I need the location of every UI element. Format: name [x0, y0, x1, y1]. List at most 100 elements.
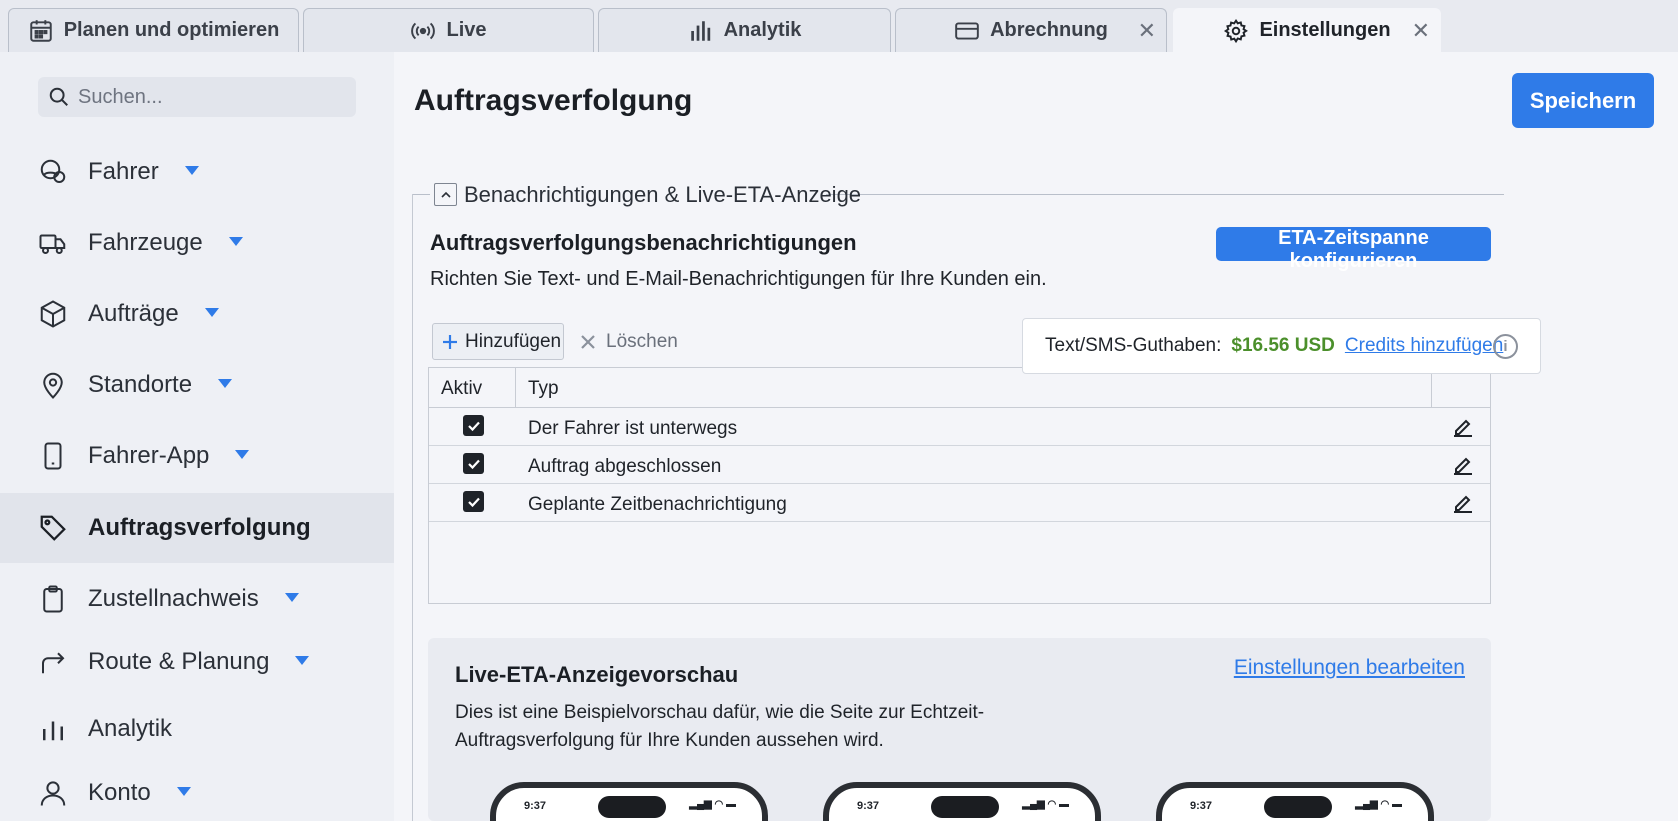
- sidebar-item-label: Aufträge: [88, 300, 179, 327]
- signal-wifi-battery-icon: ▂▄▆ ◠ ▬: [689, 799, 736, 810]
- notifications-description: Richten Sie Text- und E-Mail-Benachricht…: [430, 268, 1047, 290]
- table-row[interactable]: Der Fahrer ist unterwegs: [429, 408, 1490, 446]
- sidebar-item-label: Zustellnachweis: [88, 585, 259, 612]
- tab-bar: Planen und optimieren Live Analytik Abre…: [0, 0, 1678, 52]
- checkmark-icon: [467, 497, 480, 507]
- edit-settings-link[interactable]: Einstellungen bearbeiten: [1234, 656, 1465, 680]
- tab-abrechnung[interactable]: Abrechnung ✕: [895, 8, 1167, 52]
- credit-card-icon: [955, 21, 979, 40]
- table-row[interactable]: Geplante Zeitbenachrichtigung: [429, 484, 1490, 522]
- sidebar-item-label: Analytik: [88, 715, 173, 742]
- plus-icon: [443, 334, 457, 349]
- sidebar-item-konto[interactable]: Konto: [0, 758, 394, 821]
- phone-preview: 9:37 ▂▄▆ ◠ ▬: [490, 782, 768, 821]
- tab-label: Live: [446, 19, 487, 41]
- collapse-button[interactable]: [434, 183, 457, 206]
- row-type: Auftrag abgeschlossen: [528, 456, 722, 477]
- sidebar-item-analytik[interactable]: Analytik: [0, 694, 394, 764]
- close-icon[interactable]: ✕: [1138, 20, 1156, 42]
- signal-wifi-battery-icon: ▂▄▆ ◠ ▬: [1355, 799, 1402, 810]
- tag-icon: [40, 515, 66, 541]
- sidebar-item-fahrer-app[interactable]: Fahrer-App: [0, 421, 394, 491]
- chevron-down-icon: [295, 655, 310, 665]
- phone-preview: 9:37 ▂▄▆ ◠ ▬: [823, 782, 1101, 821]
- delete-button[interactable]: Löschen: [580, 323, 678, 360]
- tab-label: Einstellungen: [1259, 19, 1391, 41]
- column-separator: [1431, 368, 1432, 408]
- sidebar-item-fahrzeuge[interactable]: Fahrzeuge: [0, 208, 394, 278]
- sidebar: Fahrer Fahrzeuge Aufträge Standorte Fahr…: [0, 52, 394, 821]
- active-checkbox[interactable]: [463, 415, 484, 436]
- tab-planen-und-optimieren[interactable]: Planen und optimieren: [8, 8, 299, 52]
- tab-analytik[interactable]: Analytik: [598, 8, 891, 52]
- sidebar-item-standorte[interactable]: Standorte: [0, 350, 394, 420]
- column-header-aktiv[interactable]: Aktiv: [441, 378, 482, 400]
- tab-einstellungen[interactable]: Einstellungen ✕: [1173, 8, 1441, 52]
- phone-notch: [1264, 796, 1332, 818]
- preview-title: Live-ETA-Anzeigevorschau: [455, 662, 739, 687]
- active-checkbox[interactable]: [463, 491, 484, 512]
- broadcast-icon: [411, 22, 436, 39]
- phone-notch: [598, 796, 666, 818]
- chevron-up-icon: [440, 191, 451, 198]
- sidebar-item-auftragsverfolgung[interactable]: Auftragsverfolgung: [0, 493, 394, 563]
- phone-time: 9:37: [524, 800, 547, 812]
- column-separator: [515, 368, 516, 408]
- phone-icon: [44, 442, 62, 470]
- sidebar-item-auftraege[interactable]: Aufträge: [0, 279, 394, 349]
- info-icon[interactable]: i: [1493, 334, 1518, 359]
- signal-wifi-battery-icon: ▂▄▆ ◠ ▬: [1022, 799, 1069, 810]
- sms-credits-box: Text/SMS-Guthaben: $16.56 USD Credits hi…: [1022, 318, 1541, 374]
- divider: [412, 194, 430, 195]
- search-input[interactable]: [78, 85, 338, 109]
- divider: [826, 194, 1504, 195]
- configure-eta-button[interactable]: ETA-Zeitspanne konfigurieren: [1216, 227, 1491, 272]
- add-button-label: Hinzufügen: [465, 330, 562, 352]
- clipboard-icon: [43, 585, 63, 613]
- row-type: Der Fahrer ist unterwegs: [528, 418, 738, 439]
- phone-time: 9:37: [857, 800, 880, 812]
- sidebar-item-label: Fahrer-App: [88, 442, 210, 469]
- section-legend: Benachrichtigungen & Live-ETA-Anzeige: [464, 182, 862, 207]
- phone-preview: 9:37 ▂▄▆ ◠ ▬: [1156, 782, 1434, 821]
- close-icon[interactable]: ✕: [1412, 20, 1430, 42]
- page-title: Auftragsverfolgung: [414, 84, 693, 117]
- live-eta-preview: Live-ETA-Anzeigevorschau Einstellungen b…: [428, 638, 1491, 821]
- checkmark-icon: [467, 459, 480, 469]
- add-button[interactable]: Hinzufügen: [432, 323, 564, 360]
- sidebar-item-label: Fahrer: [88, 158, 159, 185]
- sidebar-item-label: Route & Planung: [88, 648, 270, 675]
- chevron-down-icon: [284, 592, 299, 602]
- tab-label: Planen und optimieren: [63, 19, 280, 41]
- phone-notch: [931, 796, 999, 818]
- location-pin-icon: [43, 372, 63, 399]
- sidebar-item-zustellnachweis[interactable]: Zustellnachweis: [0, 564, 394, 634]
- close-icon: [581, 334, 595, 349]
- chevron-down-icon: [218, 378, 233, 388]
- checkmark-icon: [467, 421, 480, 431]
- search-box[interactable]: [38, 77, 356, 117]
- chevron-down-icon: [184, 165, 199, 175]
- add-credits-link[interactable]: Credits hinzufügen: [1345, 335, 1503, 357]
- table-row[interactable]: Auftrag abgeschlossen: [429, 446, 1490, 484]
- pencil-icon[interactable]: [1451, 414, 1475, 438]
- credits-label: Text/SMS-Guthaben:: [1045, 335, 1222, 356]
- active-checkbox[interactable]: [463, 453, 484, 474]
- sidebar-item-fahrer[interactable]: Fahrer: [0, 137, 394, 207]
- credits-amount: $16.56 USD: [1231, 335, 1335, 356]
- bar-chart-icon: [43, 721, 63, 741]
- sidebar-item-label: Auftragsverfolgung: [88, 514, 311, 541]
- pencil-icon[interactable]: [1451, 452, 1475, 476]
- column-header-typ[interactable]: Typ: [528, 378, 559, 400]
- sidebar-item-route-planung[interactable]: Route & Planung: [0, 627, 394, 697]
- save-button[interactable]: Speichern: [1512, 73, 1654, 128]
- tab-label: Analytik: [723, 19, 802, 41]
- phone-time: 9:37: [1190, 800, 1213, 812]
- sidebar-item-label: Konto: [88, 779, 151, 806]
- chevron-down-icon: [176, 786, 191, 796]
- pencil-icon[interactable]: [1451, 490, 1475, 514]
- user-icon: [40, 781, 66, 806]
- bar-chart-icon: [690, 20, 710, 41]
- tab-live[interactable]: Live: [303, 8, 594, 52]
- driver-icon: [40, 159, 66, 183]
